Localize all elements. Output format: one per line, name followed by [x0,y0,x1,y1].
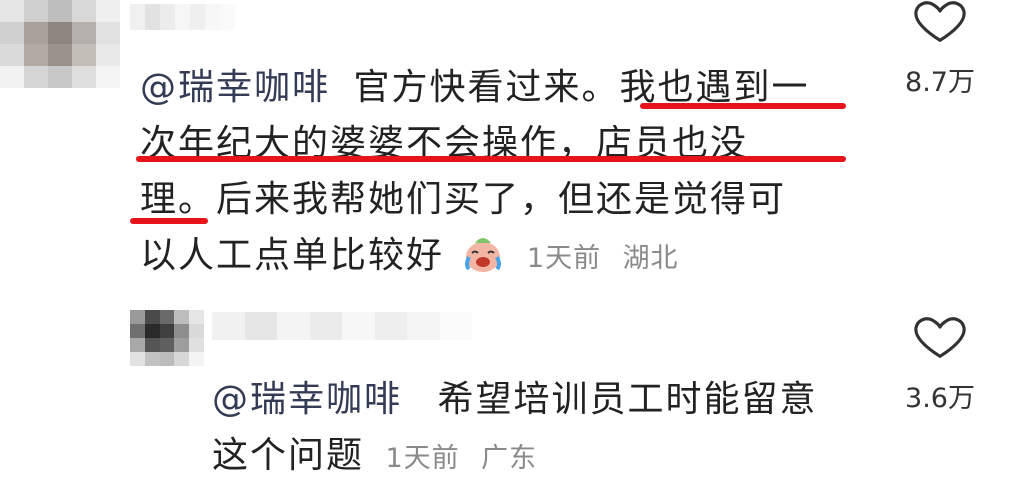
text-line-1: @瑞幸咖啡 希望培训员工时能留意 [212,372,872,428]
highlight-underline [130,218,208,224]
highlight-underline [640,103,846,109]
comment-text: @瑞幸咖啡 官方快看过来。我也遇到一 次年纪大的婆婆不会操作，店员也没 理。后来… [140,60,880,287]
text-line-4: 以人工点单比较好 1天前 湖北 [140,228,880,287]
like-count: 3.6万 [905,383,975,414]
text-segment: 希望培训员工时能留意 [437,379,818,420]
comment-time: 1天前 [526,243,602,274]
comment-location: 广东 [481,443,538,474]
mention-link[interactable]: @瑞幸咖啡 [140,67,330,108]
text-line-2: 次年纪大的婆婆不会操作，店员也没 [140,123,749,164]
text-segment: 理 [140,179,179,220]
comment-text: @瑞幸咖啡 希望培训员工时能留意 这个问题 1天前 广东 [212,372,872,487]
comment-location: 湖北 [622,243,679,274]
text-segment: 。后来我帮她们买了，但还是觉得可 [178,179,787,220]
text-segment: 官方快看过来。 [353,67,620,108]
username[interactable] [212,312,472,340]
username[interactable] [130,4,250,30]
mention-link[interactable]: @瑞幸咖啡 [212,379,402,420]
text-line-2: 这个问题 1天前 广东 [212,428,872,487]
avatar[interactable] [0,0,120,88]
text-segment-highlight: 我也遇到一 [619,67,810,108]
text-segment: 这个问题 [212,435,365,476]
highlight-underline [136,156,846,162]
crying-face-emoji-icon [465,238,502,272]
heart-outline-icon[interactable] [908,0,972,44]
comment-time: 1天前 [385,443,460,474]
like-count: 8.7万 [905,67,975,98]
heart-outline-icon[interactable] [908,316,972,360]
text-segment: 以人工点单比较好 [140,235,445,276]
text-line-3: 理。后来我帮她们买了，但还是觉得可 [140,172,880,228]
avatar[interactable] [130,310,204,366]
